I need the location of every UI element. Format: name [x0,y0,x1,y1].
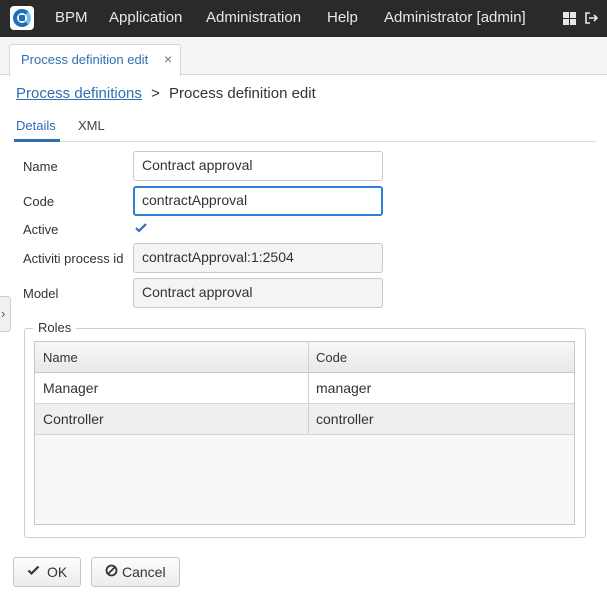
breadcrumb-current: Process definition edit [169,85,316,102]
name-field[interactable]: Contract approval [133,151,383,181]
tab-process-definition-edit[interactable]: Process definition edit × [9,44,181,76]
top-navbar: BPM Application Administration Help Admi… [0,0,607,37]
model-field[interactable]: Contract approval [133,278,383,308]
menu-application[interactable]: Application [109,9,182,26]
menu-bpm[interactable]: BPM [55,9,88,26]
cancel-label: Cancel [122,564,166,580]
user-name[interactable]: Administrator [admin] [384,9,526,26]
process-id-label: Activiti process id [23,251,124,266]
code-field[interactable]: contractApproval [133,186,383,216]
breadcrumb: Process definitions > Process definition… [16,85,316,102]
ok-button[interactable]: OK [13,557,81,587]
tab-details[interactable]: Details [16,118,56,133]
code-label: Code [23,194,55,209]
chevron-right-icon: › [1,306,6,321]
column-header-name[interactable]: Name [43,350,78,365]
roles-table: Name Code Manager manager Controller con… [34,341,575,525]
process-id-field[interactable]: contractApproval:1:2504 [133,243,383,273]
check-icon [27,564,40,580]
ok-label: OK [47,564,68,580]
cancel-button[interactable]: Cancel [91,557,180,587]
menu-help[interactable]: Help [327,9,358,26]
model-label: Model [23,286,59,301]
side-panel-toggle[interactable]: › [0,296,11,332]
column-divider [308,342,309,435]
cell-name: Controller [43,411,104,427]
roles-legend: Roles [33,320,77,335]
tab-label: Process definition edit [21,52,149,67]
menu-administration[interactable]: Administration [206,9,301,26]
checkmark-icon [135,223,147,233]
name-label: Name [23,159,58,174]
cell-name: Manager [43,380,99,396]
table-row[interactable]: Controller controller [35,404,574,435]
breadcrumb-separator: > [151,85,160,102]
apps-grid-icon[interactable] [563,11,577,25]
tab-strip: Process definition edit × [0,37,607,76]
cell-code: manager [316,380,372,396]
breadcrumb-link-process-definitions[interactable]: Process definitions [16,85,142,102]
active-checkbox[interactable] [134,221,148,235]
tab-xml[interactable]: XML [78,118,105,133]
ban-icon [105,564,118,580]
app-logo-icon[interactable] [10,6,34,30]
table-row[interactable]: Manager manager [35,373,574,404]
column-header-code[interactable]: Code [316,350,347,365]
close-icon[interactable]: × [164,51,172,67]
table-header: Name Code [35,342,574,373]
active-label: Active [23,222,59,237]
cell-code: controller [316,411,374,427]
active-tab-indicator [14,139,60,142]
logout-icon[interactable] [584,11,599,25]
sub-tabs: Details XML [14,116,596,142]
